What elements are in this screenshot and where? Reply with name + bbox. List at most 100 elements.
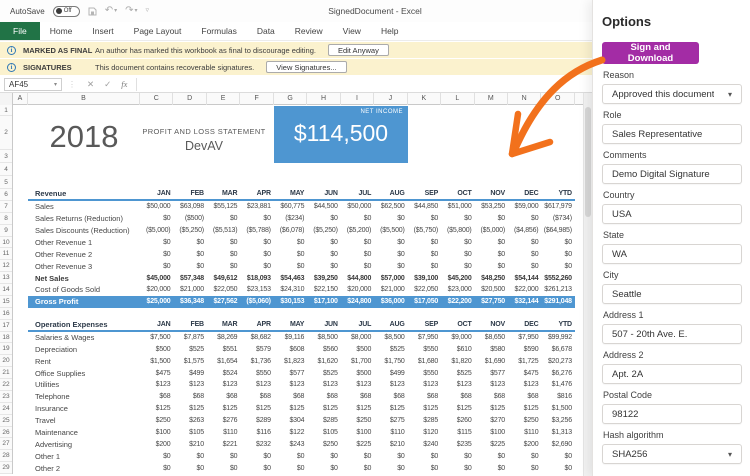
value-cell[interactable]: $125	[140, 405, 173, 412]
value-cell[interactable]: $120	[408, 429, 441, 436]
enter-icon[interactable]: ✓	[104, 79, 111, 90]
value-cell[interactable]: $68	[207, 393, 240, 400]
value-cell[interactable]: $240	[408, 441, 441, 448]
value-cell[interactable]: $0	[441, 263, 474, 270]
value-cell[interactable]: $7,950	[408, 334, 441, 341]
row-header-16[interactable]: 16	[0, 308, 12, 320]
value-cell[interactable]: $68	[240, 393, 273, 400]
value-cell[interactable]: $125	[441, 405, 474, 412]
value-cell[interactable]: $0	[207, 465, 240, 472]
month-header-cell[interactable]: MAY	[274, 190, 307, 197]
column-header-H[interactable]: H	[307, 93, 340, 105]
value-cell[interactable]: $200	[140, 441, 173, 448]
value-cell[interactable]: $0	[374, 251, 407, 258]
value-cell[interactable]: $0	[274, 453, 307, 460]
value-cell[interactable]: $0	[441, 251, 474, 258]
value-cell[interactable]: $123	[475, 381, 508, 388]
value-cell[interactable]: $23,153	[240, 286, 273, 293]
value-cell[interactable]: $0	[341, 251, 374, 258]
column-header-E[interactable]: E	[207, 93, 240, 105]
value-cell[interactable]: $0	[475, 239, 508, 246]
row-header-15[interactable]: 15	[0, 296, 12, 308]
value-cell[interactable]: $22,050	[207, 286, 240, 293]
value-cell[interactable]: $250	[508, 417, 541, 424]
row-header-21[interactable]: 21	[0, 367, 12, 379]
row-label-cell[interactable]: Telephone	[28, 392, 140, 401]
value-cell[interactable]: $579	[240, 346, 273, 353]
address-1-input[interactable]: 507 - 20th Ave. E.	[602, 324, 742, 344]
row-header-5[interactable]: 5	[0, 176, 12, 189]
column-header-O[interactable]: O	[541, 93, 574, 105]
row-label-cell[interactable]: Other Revenue 1	[28, 238, 140, 247]
value-cell[interactable]: $0	[307, 263, 340, 270]
value-cell[interactable]: $550	[240, 370, 273, 377]
value-cell[interactable]: ($5,750)	[408, 227, 441, 234]
value-cell[interactable]: $7,950	[508, 334, 541, 341]
value-cell[interactable]: $261,213	[541, 286, 574, 293]
value-cell[interactable]: $110	[508, 429, 541, 436]
value-cell[interactable]: $0	[541, 263, 574, 270]
value-cell[interactable]: $0	[173, 251, 206, 258]
value-cell[interactable]: $115	[441, 429, 474, 436]
value-cell[interactable]: $0	[240, 465, 273, 472]
row-header-17[interactable]: 17	[0, 320, 12, 332]
value-cell[interactable]: $20,000	[140, 286, 173, 293]
value-cell[interactable]: $57,348	[173, 275, 206, 282]
column-header-C[interactable]: C	[140, 93, 173, 105]
value-cell[interactable]: $123	[274, 381, 307, 388]
value-cell[interactable]: $100	[341, 429, 374, 436]
value-cell[interactable]: ($500)	[173, 215, 206, 222]
month-header-cell[interactable]: MAR	[207, 190, 240, 197]
row-header-13[interactable]: 13	[0, 272, 12, 284]
value-cell[interactable]: $0	[207, 263, 240, 270]
value-cell[interactable]: $291,048	[541, 298, 574, 305]
value-cell[interactable]: $68	[475, 393, 508, 400]
value-cell[interactable]: $44,500	[307, 203, 340, 210]
value-cell[interactable]: $68	[307, 393, 340, 400]
value-cell[interactable]: $1,700	[341, 358, 374, 365]
value-cell[interactable]: $608	[274, 346, 307, 353]
value-cell[interactable]: $0	[274, 465, 307, 472]
value-cell[interactable]: $0	[441, 465, 474, 472]
row-label-cell[interactable]: Maintenance	[28, 428, 140, 437]
value-cell[interactable]: ($234)	[274, 215, 307, 222]
value-cell[interactable]: $44,800	[341, 275, 374, 282]
row-header-6[interactable]: 6	[0, 189, 12, 201]
value-cell[interactable]: $68	[441, 393, 474, 400]
value-cell[interactable]: $60,775	[274, 203, 307, 210]
value-cell[interactable]: $45,000	[140, 275, 173, 282]
value-cell[interactable]: $125	[173, 405, 206, 412]
value-cell[interactable]: $0	[475, 263, 508, 270]
value-cell[interactable]: $8,269	[207, 334, 240, 341]
value-cell[interactable]: $1,690	[475, 358, 508, 365]
value-cell[interactable]: ($5,060)	[240, 298, 273, 305]
value-cell[interactable]: $23,000	[441, 286, 474, 293]
value-cell[interactable]: $8,000	[341, 334, 374, 341]
month-header-cell[interactable]: JAN	[140, 321, 173, 328]
value-cell[interactable]: $0	[274, 239, 307, 246]
value-cell[interactable]: $0	[173, 239, 206, 246]
month-header-cell[interactable]: DEC	[508, 321, 541, 328]
row-header-12[interactable]: 12	[0, 260, 12, 272]
ribbon-tab-home[interactable]: Home	[40, 22, 83, 40]
month-header-cell[interactable]: OCT	[441, 321, 474, 328]
value-cell[interactable]: ($5,250)	[173, 227, 206, 234]
value-cell[interactable]: $32,144	[508, 298, 541, 305]
value-cell[interactable]: $263	[173, 417, 206, 424]
month-header-cell[interactable]: FEB	[173, 190, 206, 197]
column-header-B[interactable]: B	[28, 93, 140, 105]
year-cell[interactable]: 2018	[28, 120, 140, 154]
value-cell[interactable]: $524	[207, 370, 240, 377]
value-cell[interactable]: $0	[374, 215, 407, 222]
value-cell[interactable]: $200	[508, 441, 541, 448]
ribbon-tab-page-layout[interactable]: Page Layout	[124, 22, 192, 40]
value-cell[interactable]: $123	[140, 381, 173, 388]
value-cell[interactable]: $285	[307, 417, 340, 424]
column-header-L[interactable]: L	[441, 93, 474, 105]
value-cell[interactable]: $0	[441, 239, 474, 246]
value-cell[interactable]: $0	[508, 453, 541, 460]
value-cell[interactable]: $0	[307, 239, 340, 246]
value-cell[interactable]: $0	[307, 251, 340, 258]
value-cell[interactable]: $0	[173, 263, 206, 270]
value-cell[interactable]: $44,850	[408, 203, 441, 210]
